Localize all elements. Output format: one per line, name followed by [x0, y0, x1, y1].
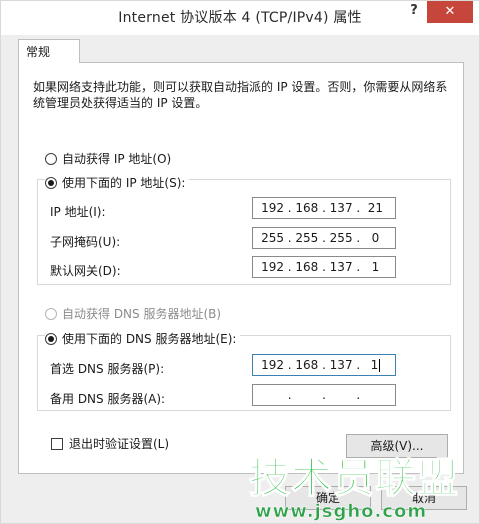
title-bar[interactable]: Internet 协议版本 4 (TCP/IPv4) 属性 ? ✕ [1, 1, 479, 35]
help-icon[interactable]: ? [403, 1, 425, 23]
properties-dialog: Internet 协议版本 4 (TCP/IPv4) 属性 ? ✕ 常规 如果网… [0, 0, 480, 524]
dns1-octet-1: 192 [261, 358, 285, 372]
dns1-octet-2: 168 [295, 358, 319, 372]
ip-octet-1: 192 [261, 201, 285, 215]
manual-dns-radio-row[interactable]: 使用下面的 DNS 服务器地址(E): [45, 330, 241, 347]
gateway-octet-2: 168 [295, 260, 319, 274]
gateway-input[interactable]: 192. 168. 137. 1 [252, 256, 396, 278]
manual-dns-radio[interactable] [45, 332, 57, 345]
ip-address-input[interactable]: 192. 168. 137. 21 [252, 197, 396, 219]
watermark-title: 技术员联盟 [248, 454, 459, 502]
auto-ip-radio[interactable] [45, 152, 57, 165]
manual-ip-radio-row[interactable]: 使用下面的 IP 地址(S): [45, 174, 190, 191]
text-caret [379, 359, 381, 372]
dns1-octet-3: 137 [329, 358, 353, 372]
general-panel: 如果网络支持此功能，则可以获取自动指派的 IP 设置。否则，你需要从网络系统管理… [18, 62, 464, 474]
mask-octet-3: 255 [329, 231, 353, 245]
description-text: 如果网络支持此功能，则可以获取自动指派的 IP 设置。否则，你需要从网络系统管理… [33, 80, 448, 110]
validate-label: 退出时验证设置(L) [69, 437, 170, 451]
auto-dns-radio-row[interactable]: 自动获得 DNS 服务器地址(B) [45, 305, 221, 322]
subnet-mask-label: 子网掩码(U): [50, 235, 121, 249]
subnet-mask-input[interactable]: 255. 255. 255. 0 [252, 227, 396, 249]
auto-dns-radio[interactable] [45, 307, 57, 320]
validate-row[interactable]: 退出时验证设置(L) [51, 435, 169, 452]
gateway-label: 默认网关(D): [50, 264, 121, 278]
mask-octet-1: 255 [261, 231, 285, 245]
gateway-octet-1: 192 [261, 260, 285, 274]
manual-ip-label: 使用下面的 IP 地址(S): [62, 176, 186, 190]
ip-address-label: IP 地址(I): [50, 205, 106, 219]
site-watermark: 技术员联盟 www.jsgho.com [248, 454, 480, 524]
gateway-octet-3: 137 [329, 260, 353, 274]
ip-octet-2: 168 [295, 201, 319, 215]
gateway-octet-4: 1 [371, 260, 380, 274]
dns1-octet-4: 1 [370, 358, 379, 372]
close-icon[interactable]: ✕ [427, 1, 473, 23]
alternate-dns-input[interactable]: . . . [252, 384, 396, 406]
auto-ip-radio-row[interactable]: 自动获得 IP 地址(O) [45, 150, 171, 167]
preferred-dns-input[interactable]: 192. 168. 137. 1 [252, 354, 396, 376]
manual-dns-label: 使用下面的 DNS 服务器地址(E): [62, 332, 237, 346]
manual-ip-radio[interactable] [45, 176, 57, 189]
ip-octet-3: 137 [329, 201, 353, 215]
auto-dns-label: 自动获得 DNS 服务器地址(B) [62, 307, 222, 321]
alternate-dns-label: 备用 DNS 服务器(A): [50, 392, 166, 406]
mask-octet-4: 0 [371, 231, 380, 245]
ip-octet-4: 21 [367, 201, 384, 215]
ip-settings-group: IP 地址(I): 192. 168. 137. 21 子网掩码(U): 255… [37, 179, 451, 285]
validate-checkbox[interactable] [51, 437, 63, 450]
preferred-dns-label: 首选 DNS 服务器(P): [50, 362, 165, 376]
dns1-octet-4-wrap: 1 [362, 358, 388, 372]
tab-general[interactable]: 常规 [18, 39, 80, 63]
mask-octet-2: 255 [295, 231, 319, 245]
auto-ip-label: 自动获得 IP 地址(O) [62, 152, 172, 166]
watermark-url: www.jsgho.com [255, 501, 428, 523]
